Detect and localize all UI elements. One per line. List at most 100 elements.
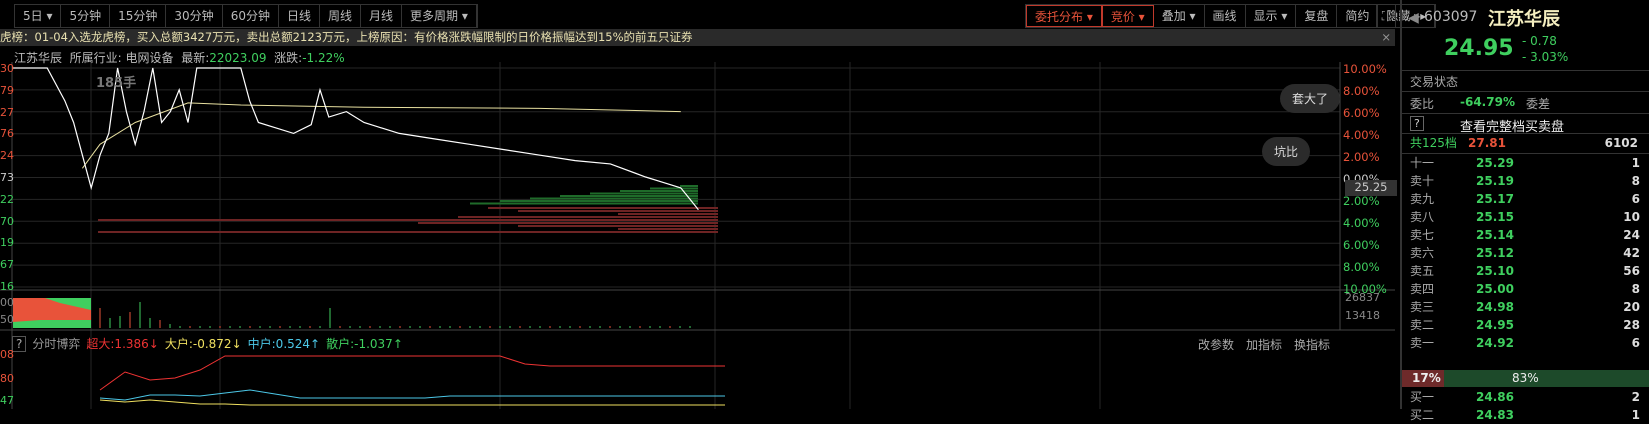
trade-status-label: 交易状态 bbox=[1410, 75, 1459, 89]
bid-depth-bar bbox=[518, 225, 718, 227]
left-axis-label: 19 bbox=[0, 236, 14, 250]
level-price: 24.95 bbox=[1476, 318, 1514, 332]
bid-depth-bar bbox=[488, 207, 718, 209]
level-label: 卖七 bbox=[1410, 228, 1435, 242]
right-axis-label: 10.00% bbox=[1343, 62, 1387, 76]
right-axis-label: 8.00% bbox=[1343, 84, 1380, 98]
super-large: 超大:1.386↓ bbox=[86, 337, 159, 351]
level-price: 24.92 bbox=[1476, 336, 1514, 350]
ask-row[interactable]: 卖四 25.00 8 bbox=[1410, 280, 1649, 298]
ask-row[interactable]: 卖七 25.14 24 bbox=[1410, 226, 1649, 244]
current-price: 24.95 bbox=[1444, 36, 1514, 61]
left-axis-label: 27 bbox=[0, 105, 14, 119]
large: 大户:-0.872↓ bbox=[164, 337, 242, 351]
bid-depth-bar bbox=[618, 228, 718, 230]
diff-label: 委差 bbox=[1526, 97, 1551, 111]
right-axis-label: 2.00% bbox=[1343, 150, 1380, 164]
comment-bubble[interactable]: 套大了 bbox=[1280, 84, 1341, 113]
edit-params-button[interactable]: 改参数 bbox=[1198, 338, 1234, 352]
switch-indicator-button[interactable]: 换指标 bbox=[1294, 338, 1330, 352]
level-price: 25.19 bbox=[1476, 174, 1514, 188]
ask-row[interactable]: 卖十 25.19 8 bbox=[1410, 172, 1649, 190]
total-price: 27.81 bbox=[1468, 136, 1506, 150]
ask-row[interactable]: 卖三 24.98 20 bbox=[1410, 298, 1649, 316]
left-axis-label: 30 bbox=[0, 62, 14, 75]
ask-row[interactable]: 卖一 24.92 6 bbox=[1410, 334, 1649, 352]
level-price: 24.98 bbox=[1476, 300, 1514, 314]
left-axis-label: 16 bbox=[0, 280, 14, 293]
quote-panel: ◀ 603097 江苏华辰 24.95 - 0.78 - 3.03% 交易状态 … bbox=[1400, 0, 1649, 422]
ask-row[interactable]: 卖六 25.12 42 bbox=[1410, 244, 1649, 262]
right-axis-label: 4.00% bbox=[1343, 128, 1380, 142]
level-price: 25.12 bbox=[1476, 246, 1514, 260]
bid-depth-bar bbox=[418, 222, 718, 224]
total-levels: 共125档 bbox=[1410, 136, 1457, 150]
ask-depth-bar bbox=[680, 185, 698, 187]
right-axis-label: 4.00% bbox=[1343, 216, 1380, 230]
help-button[interactable]: ? bbox=[12, 336, 27, 352]
ind-axis: 08 bbox=[0, 348, 14, 361]
super-large-line bbox=[99, 355, 725, 391]
price-tag: 25.25 bbox=[1345, 180, 1397, 196]
vol-left-axis: 50 bbox=[0, 313, 14, 326]
ind-axis: 47 bbox=[0, 394, 14, 407]
vol-left-axis: 00 bbox=[0, 296, 14, 309]
level-volume: 20 bbox=[1623, 300, 1640, 314]
level-label: 卖二 bbox=[1410, 318, 1435, 332]
buy-pct: 83% bbox=[1512, 371, 1539, 385]
level-label: 买一 bbox=[1410, 390, 1435, 404]
comment-bubble[interactable]: 坑比 bbox=[1262, 137, 1311, 166]
ask-row[interactable]: 卖九 25.17 6 bbox=[1410, 190, 1649, 208]
bid-depth-bar bbox=[98, 231, 718, 233]
ask-row[interactable]: 十一 25.29 1 bbox=[1410, 154, 1649, 172]
bid-depth-bar bbox=[458, 216, 718, 218]
large-line bbox=[99, 399, 725, 406]
level-label: 卖六 bbox=[1410, 246, 1435, 260]
ask-row[interactable]: 卖五 25.10 56 bbox=[1410, 262, 1649, 280]
ask-row[interactable]: 卖二 24.95 28 bbox=[1410, 316, 1649, 334]
level-volume: 24 bbox=[1623, 228, 1640, 242]
volume-axis-max: 26837 bbox=[1345, 291, 1380, 304]
mid-line bbox=[99, 389, 725, 401]
right-axis-label: 2.00% bbox=[1343, 194, 1380, 208]
indicator-title[interactable]: 分时博弈 bbox=[32, 337, 80, 351]
total-volume: 6102 bbox=[1604, 136, 1638, 150]
level-label: 卖四 bbox=[1410, 282, 1435, 296]
price-change-pct: - 3.03% bbox=[1522, 50, 1569, 64]
sell-pct: 17% bbox=[1412, 371, 1441, 385]
level-price: 25.17 bbox=[1476, 192, 1514, 206]
indicator-tools: 改参数 加指标 换指标 bbox=[1198, 336, 1342, 353]
ask-depth-bar bbox=[620, 190, 698, 192]
level-label: 卖五 bbox=[1410, 264, 1435, 278]
bid-row[interactable]: 买一 24.86 2 bbox=[1410, 388, 1649, 406]
bid-depth-bar bbox=[518, 210, 718, 212]
right-axis-label: 6.00% bbox=[1343, 106, 1380, 120]
bid-depth-bar bbox=[98, 219, 718, 221]
level-price: 24.86 bbox=[1476, 390, 1514, 404]
level-volume: 1 bbox=[1631, 156, 1640, 170]
level-volume: 6 bbox=[1631, 336, 1640, 350]
stock-code: 603097 bbox=[1424, 9, 1478, 25]
collapse-arrow-icon[interactable]: ◀ bbox=[1408, 10, 1419, 26]
help-button[interactable]: ? bbox=[1410, 116, 1424, 131]
ask-depth-bar bbox=[530, 197, 698, 200]
left-axis-label: 67 bbox=[0, 258, 14, 272]
left-axis-label: 76 bbox=[0, 127, 14, 141]
average-price-line bbox=[81, 102, 681, 169]
level-volume: 42 bbox=[1623, 246, 1640, 260]
right-axis-label: 6.00% bbox=[1343, 238, 1380, 252]
volume-axis-mid: 13418 bbox=[1345, 309, 1380, 322]
level-price: 25.14 bbox=[1476, 228, 1514, 242]
level-price: 25.29 bbox=[1476, 156, 1514, 170]
level-label: 卖十 bbox=[1410, 174, 1435, 188]
right-axis-label: 8.00% bbox=[1343, 260, 1380, 274]
bid-depth-bar bbox=[618, 213, 718, 215]
ask-row[interactable]: 卖八 25.15 10 bbox=[1410, 208, 1649, 226]
retail: 散户:-1.037↑ bbox=[326, 337, 403, 351]
ask-depth-bar bbox=[560, 195, 698, 197]
indicator-header: ? 分时博弈 超大:1.386↓ 大户:-0.872↓ 中户:0.524↑ 散户:-1.0… bbox=[12, 335, 409, 352]
level-volume: 8 bbox=[1631, 282, 1640, 296]
level-volume: 10 bbox=[1623, 210, 1640, 224]
ask-depth-bar bbox=[470, 202, 698, 205]
add-indicator-button[interactable]: 加指标 bbox=[1246, 338, 1282, 352]
